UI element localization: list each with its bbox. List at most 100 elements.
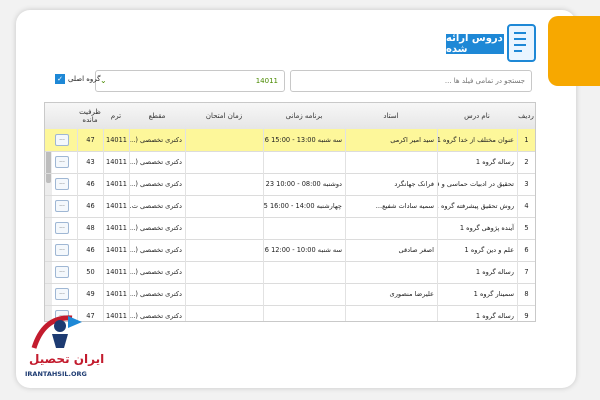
- row-more-button[interactable]: ...: [55, 156, 69, 168]
- table-row[interactable]: 1 عنوان مختلف از خدا گروه 1 سید امیر اکرمی…: [45, 129, 535, 152]
- row-more-button[interactable]: ...: [55, 200, 69, 212]
- cell-schedule: [263, 261, 345, 283]
- cell-level: دکتری تخصصی (...: [129, 261, 185, 283]
- row-more-button[interactable]: ...: [55, 288, 69, 300]
- row-more-button[interactable]: ...: [55, 178, 69, 190]
- cell-capacity: 43: [77, 151, 103, 173]
- cell-exam: [185, 283, 263, 305]
- table-row[interactable]: 6 علم و دین گروه 1 اصغر صادقی سه شنبه 10:00…: [45, 239, 535, 262]
- cell-exam: [185, 217, 263, 239]
- cell-term: 14011: [103, 239, 129, 261]
- row-more-button[interactable]: ...: [55, 266, 69, 278]
- logo-name: ایران تحصیل: [29, 352, 105, 366]
- cell-schedule: [263, 305, 345, 321]
- cell-teacher: [345, 151, 437, 173]
- cell-capacity: 46: [77, 239, 103, 261]
- header-row-no: ردیف: [518, 112, 534, 120]
- table-row[interactable]: 9 رساله گروه 1 دکتری تخصصی (... 14011 47...: [45, 305, 535, 321]
- term-select-value: 14011: [255, 77, 278, 85]
- cell-term: 14011: [103, 151, 129, 173]
- row-more-button[interactable]: ...: [55, 244, 69, 256]
- cell-teacher: فرانک جهانگرد: [345, 173, 437, 195]
- cell-term: 14011: [103, 173, 129, 195]
- checklist-icon: [507, 24, 536, 62]
- cell-level: دکتری تخصصی (...: [129, 305, 185, 321]
- table-header: ردیف نام درس استاد برنامه زمانی زمان امت…: [45, 103, 535, 130]
- cell-capacity: 46: [77, 173, 103, 195]
- courses-table: ردیف نام درس استاد برنامه زمانی زمان امت…: [44, 102, 536, 322]
- header-level: مقطع: [148, 112, 166, 120]
- cell-schedule: دوشنبه 08:00 - 10:00 23 **: [263, 173, 345, 195]
- header-exam: زمان امتحان: [205, 112, 243, 120]
- cell-row-no: 8: [517, 283, 535, 305]
- cell-course: رساله گروه 1: [437, 305, 517, 321]
- cell-teacher: سمیه سادات شفیع...: [345, 195, 437, 217]
- cell-row-no: 1: [517, 129, 535, 151]
- cell-term: 14011: [103, 217, 129, 239]
- cell-level: دکتری تخصصی (...: [129, 173, 185, 195]
- page-title: دروس ارائه شده: [446, 33, 504, 55]
- cell-teacher: [345, 305, 437, 321]
- cell-row-no: 6: [517, 239, 535, 261]
- cell-capacity: 47: [77, 129, 103, 151]
- chevron-down-icon: ⌄: [100, 76, 107, 85]
- cell-teacher: اصغر صادقی: [345, 239, 437, 261]
- table-row[interactable]: 2 رساله گروه 1 دکتری تخصصی (... 14011 43...: [45, 151, 535, 174]
- cell-row-no: 3: [517, 173, 535, 195]
- term-select[interactable]: ⌄ 14011: [95, 70, 285, 92]
- table-row[interactable]: 7 رساله گروه 1 دکتری تخصصی (... 14011 50...: [45, 261, 535, 284]
- cell-row-no: 5: [517, 217, 535, 239]
- cell-term: 14011: [103, 195, 129, 217]
- cell-exam: [185, 261, 263, 283]
- cell-schedule: سه شنبه 13:00 - 15:00 26 ...: [263, 129, 345, 151]
- cell-level: دکتری تخصصی (...: [129, 217, 185, 239]
- cell-level: دکتری تخصصی (...: [129, 129, 185, 151]
- search-input[interactable]: [290, 70, 532, 92]
- header-schedule: برنامه زمانی: [285, 112, 323, 120]
- cell-level: دکتری تخصصی (...: [129, 151, 185, 173]
- main-group-checkbox[interactable]: ✓ گروه اصلی: [55, 74, 101, 84]
- cell-level: دکتری تخصصی ت...: [129, 195, 185, 217]
- cell-course: سمینار گروه 1: [437, 283, 517, 305]
- cell-course: رساله گروه 1: [437, 261, 517, 283]
- cell-exam: [185, 173, 263, 195]
- header-term: ترم: [110, 112, 122, 120]
- header-teacher: استاد: [383, 112, 399, 120]
- header-capacity: ظرفیت مانده: [79, 108, 101, 124]
- cell-exam: [185, 151, 263, 173]
- row-more-button[interactable]: ...: [55, 134, 69, 146]
- table-row[interactable]: 8 سمینار گروه 1 علیرضا منصوری دکتری تخصصی (…: [45, 283, 535, 306]
- cell-row-no: 9: [517, 305, 535, 321]
- table-row[interactable]: 5 آینده پژوهی گروه 1 دکتری تخصصی (... 14011…: [45, 217, 535, 240]
- cell-exam: [185, 129, 263, 151]
- cell-course: رساله گروه 1: [437, 151, 517, 173]
- cell-term: 14011: [103, 305, 129, 321]
- cell-course: آینده پژوهی گروه 1: [437, 217, 517, 239]
- cell-term: 14011: [103, 129, 129, 151]
- cell-capacity: 46: [77, 195, 103, 217]
- cell-capacity: 50: [77, 261, 103, 283]
- main-group-label: گروه اصلی: [68, 75, 101, 83]
- cell-exam: [185, 239, 263, 261]
- cell-course: عنوان مختلف از خدا گروه 1: [437, 129, 517, 151]
- cell-row-no: 7: [517, 261, 535, 283]
- header-course: نام درس: [464, 112, 490, 120]
- table-row[interactable]: 4روش تحقیق پیشرفته گروه 1سمیه سادات شفیع…: [45, 195, 535, 218]
- checkbox-checked-icon[interactable]: ✓: [55, 74, 65, 84]
- cell-teacher: [345, 217, 437, 239]
- cell-schedule: چهارشنبه 14:00 - 16:00 25 ...: [263, 195, 345, 217]
- cell-schedule: [263, 151, 345, 173]
- cell-exam: [185, 305, 263, 321]
- cell-capacity: 49: [77, 283, 103, 305]
- cell-schedule: سه شنبه 10:00 - 12:00 26 ...: [263, 239, 345, 261]
- cell-level: دکتری تخصصی (...: [129, 239, 185, 261]
- cell-capacity: 48: [77, 217, 103, 239]
- logo-url: IRANTAHSIL.ORG: [25, 370, 87, 378]
- cell-teacher: سید امیر اکرمی: [345, 129, 437, 151]
- table-row[interactable]: 3تحقیق در ادبیات حماسی و قهرمانی گروه 1ف…: [45, 173, 535, 196]
- row-more-button[interactable]: ...: [55, 222, 69, 234]
- orange-side-tab: [548, 16, 600, 86]
- cell-course: علم و دین گروه 1: [437, 239, 517, 261]
- cell-row-no: 2: [517, 151, 535, 173]
- cell-course: تحقیق در ادبیات حماسی و قهرمانی گروه 1: [437, 173, 517, 195]
